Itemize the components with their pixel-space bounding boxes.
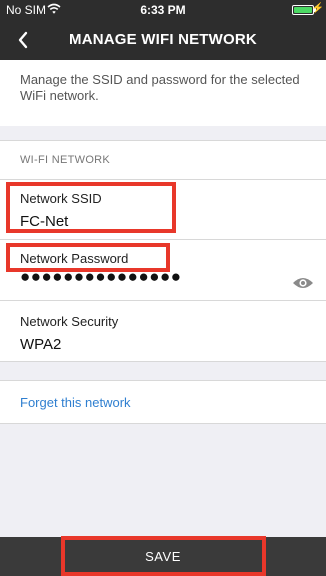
charging-bolt-icon: ⚡ bbox=[311, 3, 324, 14]
status-bar: No SIM 6:33 PM ⚡ bbox=[0, 0, 326, 20]
section-header-wifi-network: WI-FI NETWORK bbox=[0, 140, 326, 180]
eye-icon[interactable] bbox=[292, 276, 314, 290]
security-field[interactable]: Network Security WPA2 bbox=[0, 301, 326, 362]
highlight-box-ssid bbox=[6, 182, 176, 233]
nav-bar: MANAGE WIFI NETWORK bbox=[0, 20, 326, 60]
highlight-box-save bbox=[61, 536, 266, 576]
security-value[interactable]: WPA2 bbox=[20, 336, 61, 353]
status-time: 6:33 PM bbox=[140, 3, 186, 17]
forget-network-link[interactable]: Forget this network bbox=[0, 380, 326, 424]
page-title: MANAGE WIFI NETWORK bbox=[69, 31, 257, 48]
highlight-box-password bbox=[6, 243, 170, 272]
page-description: Manage the SSID and password for the sel… bbox=[0, 60, 326, 126]
security-label: Network Security bbox=[20, 314, 119, 329]
